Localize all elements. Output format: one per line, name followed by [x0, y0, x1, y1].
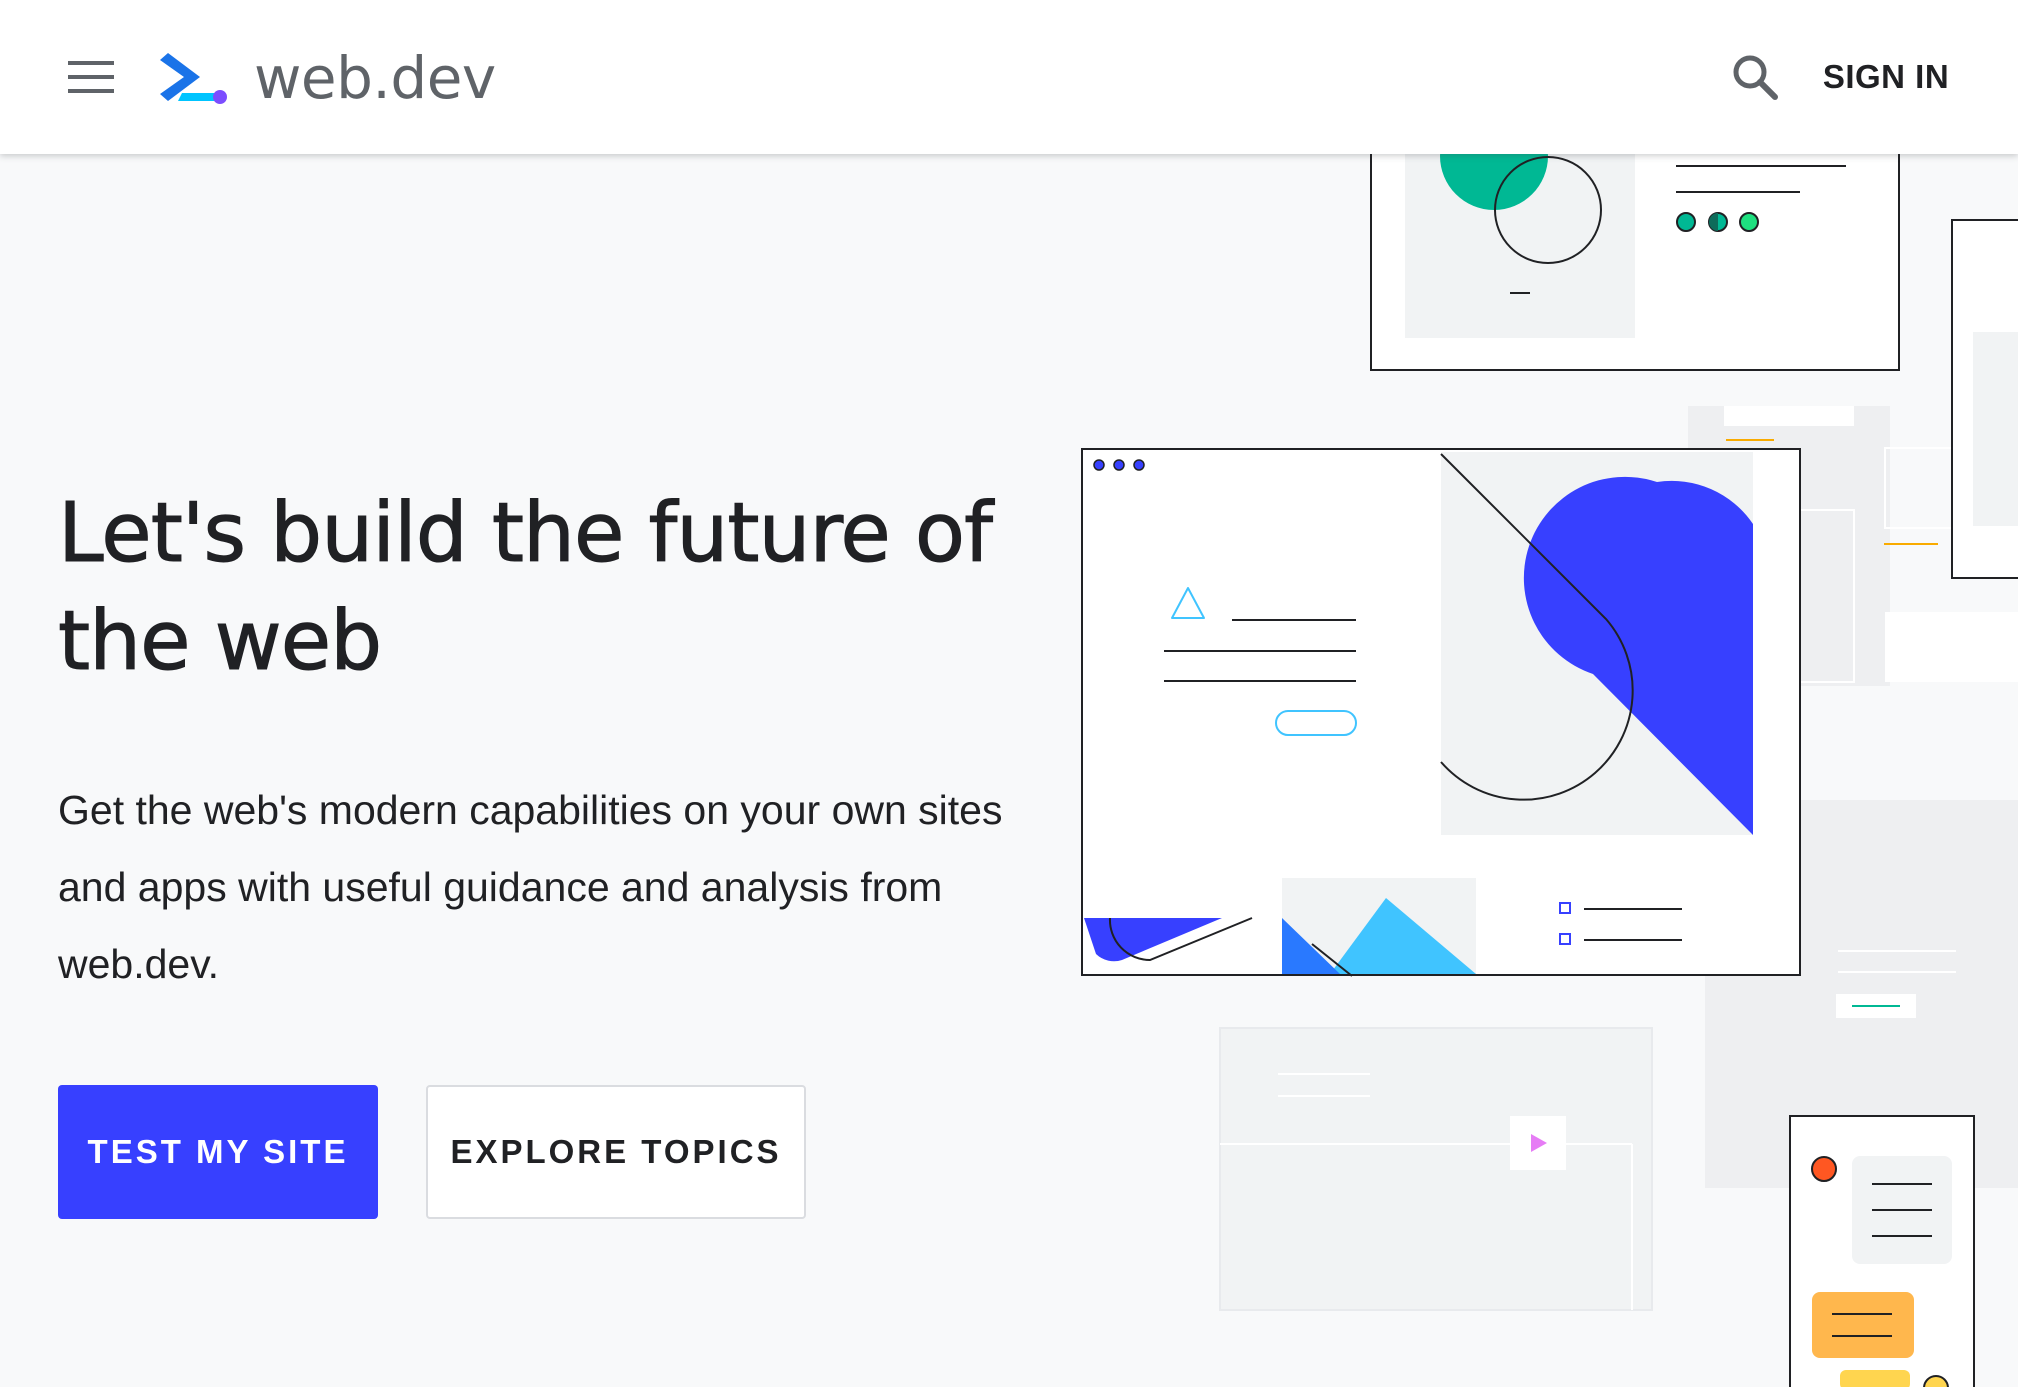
sign-in-button[interactable]: SIGN IN: [1806, 46, 1966, 108]
test-my-site-button[interactable]: TEST MY SITE: [58, 1085, 378, 1219]
top-app-bar: web.dev SIGN IN: [0, 0, 2018, 154]
search-icon: [1733, 55, 1778, 100]
logo-text: web.dev: [254, 44, 496, 112]
web-dev-logo-link[interactable]: web.dev: [160, 40, 496, 116]
hamburger-menu-button[interactable]: [60, 50, 122, 104]
explore-topics-button[interactable]: EXPLORE TOPICS: [426, 1085, 806, 1219]
cta-buttons: TEST MY SITE EXPLORE TOPICS: [58, 1085, 806, 1219]
hero-title: Let's build the future of the web: [58, 486, 994, 690]
hero-section: Let's build the future of the web Get th…: [58, 480, 1038, 1003]
hero-subtitle: Get the web's modern capabilities on you…: [58, 787, 1003, 987]
search-button[interactable]: [1722, 44, 1788, 110]
hamburger-menu-icon: [68, 61, 114, 93]
web-dev-logo-icon: [160, 53, 227, 104]
